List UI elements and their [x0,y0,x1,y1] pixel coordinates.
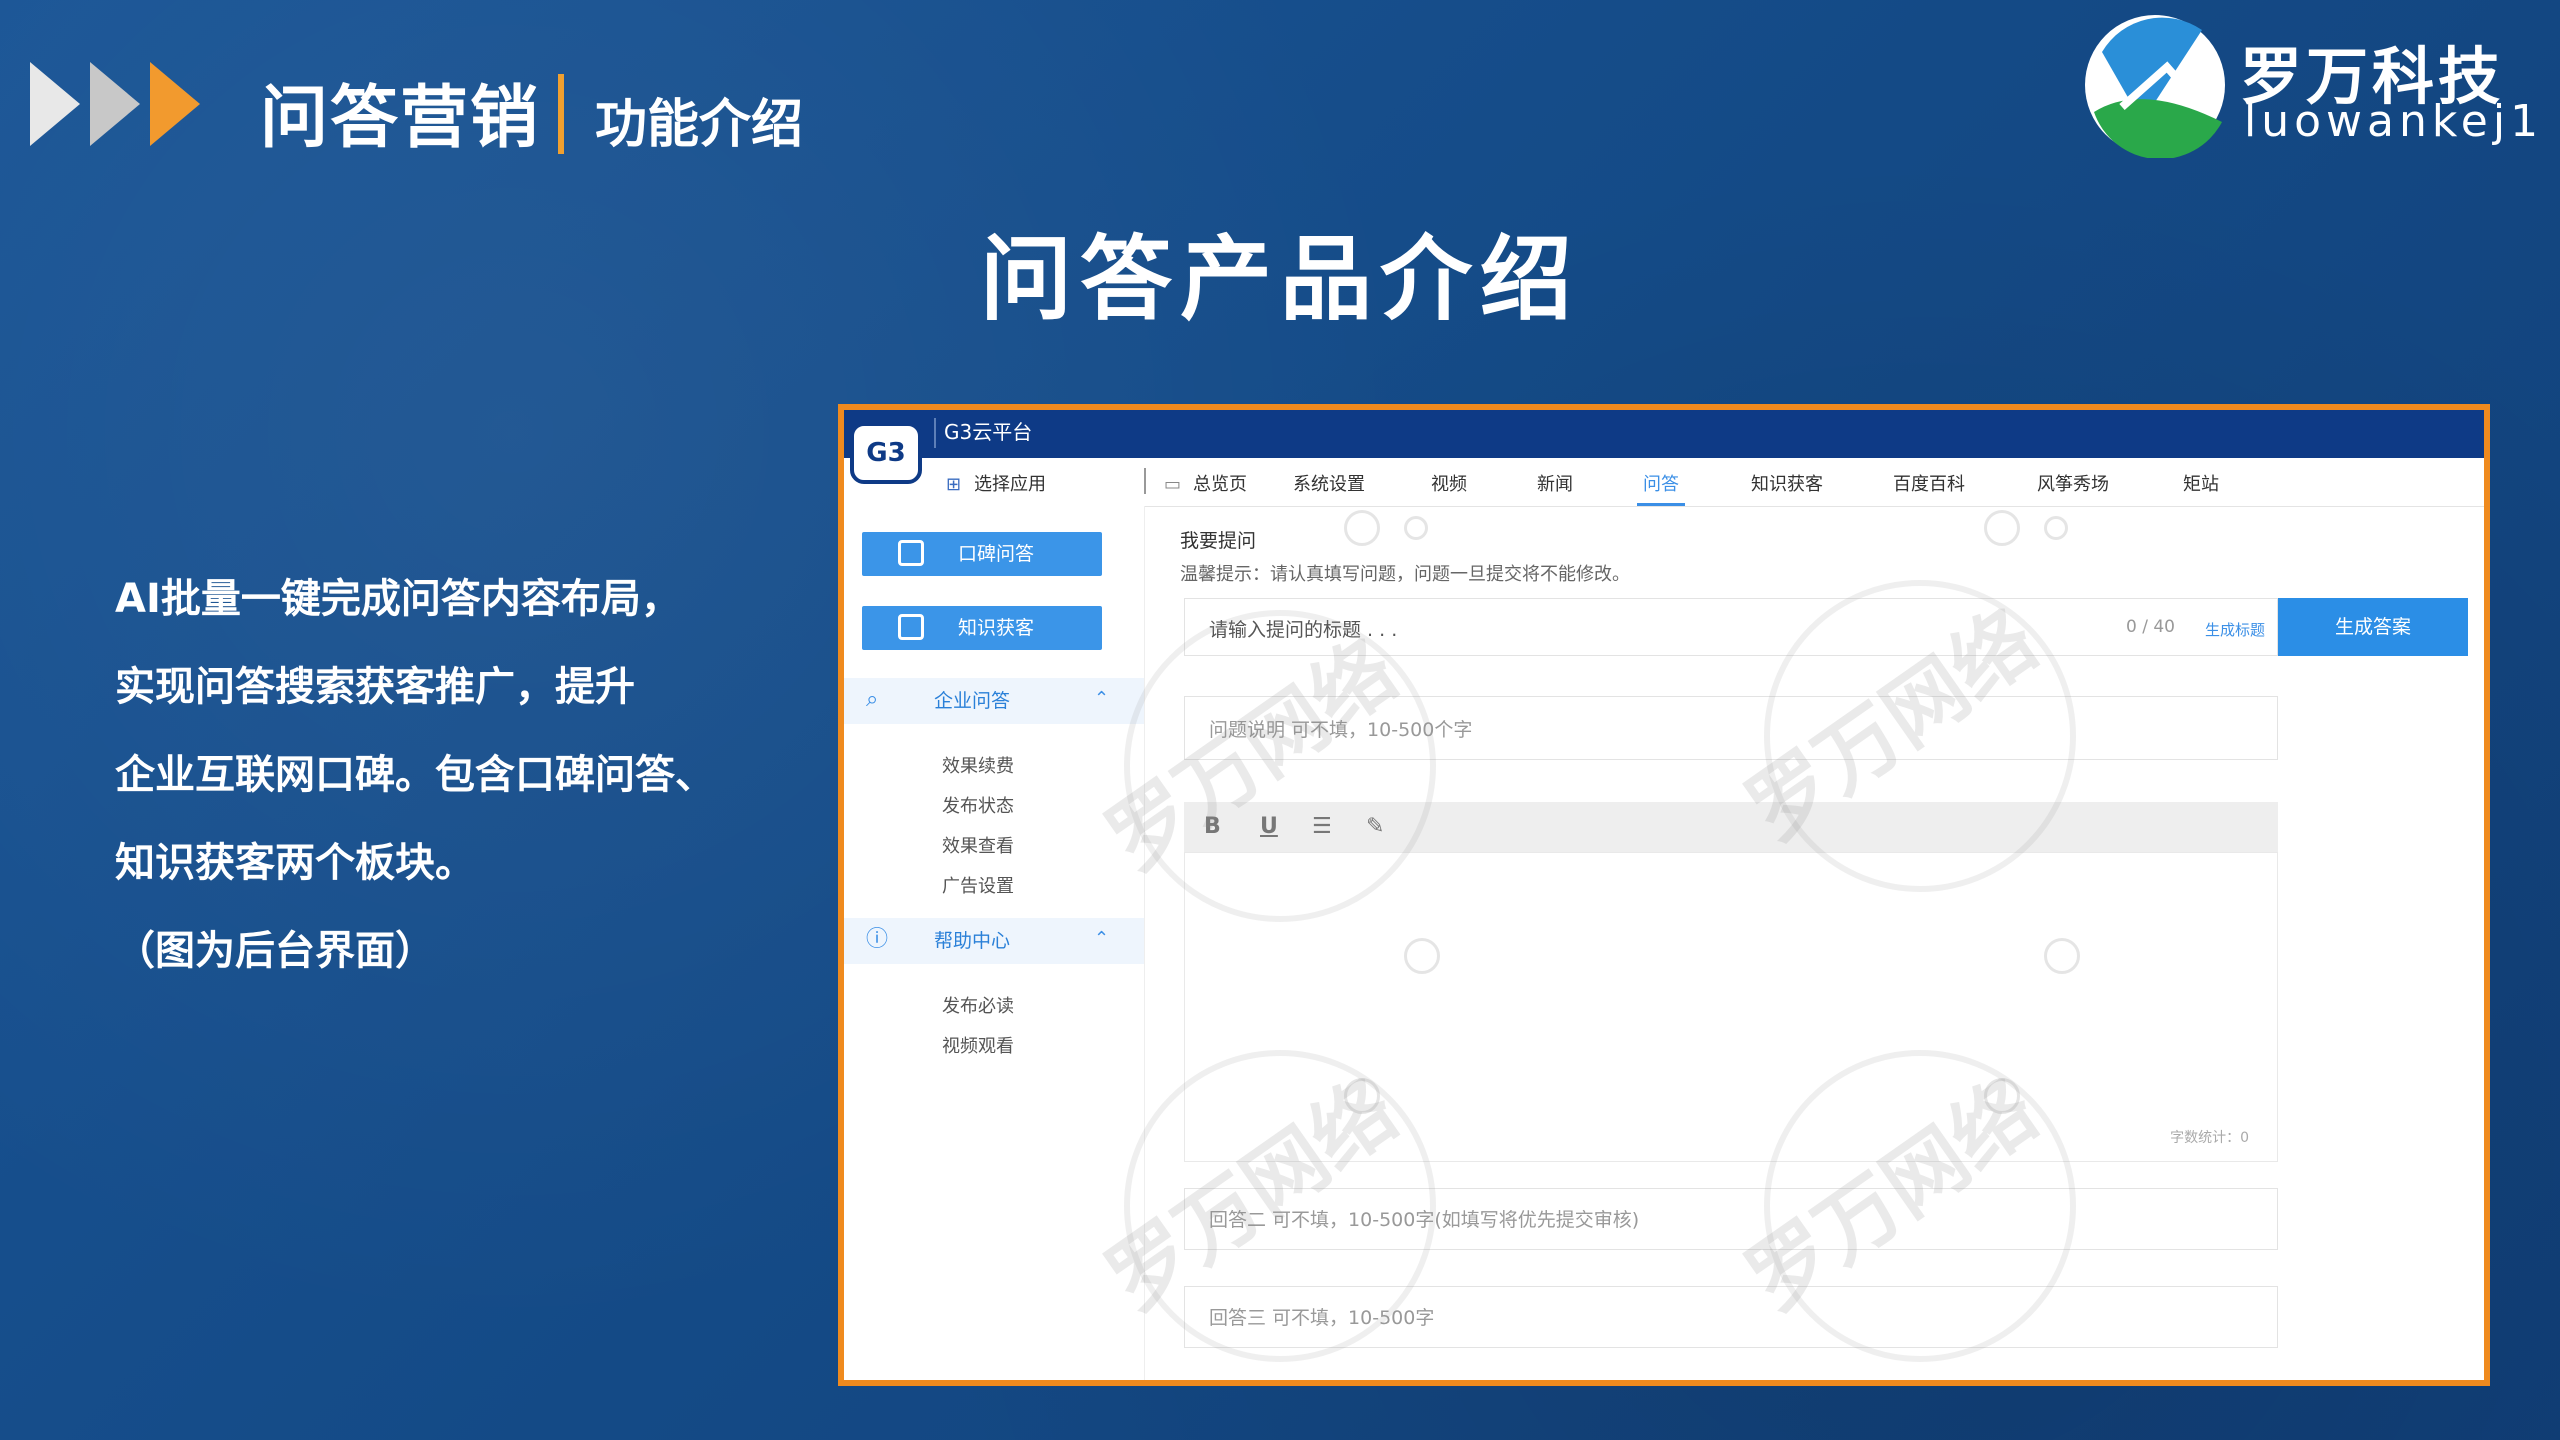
edit-icon [898,614,924,640]
page-title: 问答营销 [260,79,541,158]
generate-answer-button[interactable]: 生成答案 [2278,598,2468,656]
nav-news[interactable]: 新闻 [1537,470,1573,506]
nav-baike[interactable]: 百度百科 [1893,470,1965,506]
main-nav: ▭ 总览页 系统设置 视频 新闻 问答 知识获客 百度百科 风筝秀场 矩站 [1164,470,2219,506]
sidebar-item[interactable]: 广告设置 [942,872,1014,898]
answer-two-input[interactable]: 回答二 可不填，10-500字(如填写将优先提交审核) [1184,1188,2278,1250]
topbar-divider [934,418,936,448]
question-description-input[interactable]: 问题说明 可不填，10-500个字 [1184,696,2278,760]
reputation-qa-button[interactable]: 口碑问答 [862,532,1102,576]
slide-title: 问答产品介绍 [979,226,1580,333]
description-line: 知识获客两个板块。 [115,840,475,886]
chevron-up-icon: ⌃ [1094,688,1110,709]
answer-three-input[interactable]: 回答三 可不填，10-500字 [1184,1286,2278,1348]
brand-logo-icon [2085,15,2225,158]
app-logo[interactable]: G3 [850,422,922,484]
menu-divider [1144,468,1146,494]
description: AI批量一键完成问答内容布局， 实现问答搜索获客推广，提升 企业互联网口碑。包含… [115,555,795,995]
qa-form: 我要提问 温馨提示：请认真填写问题，问题一旦提交将不能修改。 请输入提问的标题 … [1144,506,2484,1380]
nav-matrix-site[interactable]: 矩站 [2183,470,2219,506]
sidebar-item[interactable]: 效果续费 [942,752,1014,778]
nav-settings[interactable]: 系统设置 [1293,470,1365,506]
title-counter: 0 / 40 [2126,617,2175,637]
nav-video[interactable]: 视频 [1431,470,1467,506]
description-line: AI批量一键完成问答内容布局， [115,576,681,622]
nav-knowledge[interactable]: 知识获客 [1751,470,1823,506]
form-label: 我要提问 [1180,530,1257,552]
knowledge-button[interactable]: 知识获客 [862,606,1102,650]
sidebar-section-help[interactable]: ⓘ 帮助中心 ⌃ [844,918,1144,964]
page-subtitle: 功能介绍 [595,95,804,155]
app-screenshot: G3云平台 G3 ⊞ 选择应用 ▭ 总览页 系统设置 视频 新闻 问答 知识获客 百… [838,404,2490,1386]
list-button[interactable]: ☰ [1312,814,1332,839]
chevron-up-icon: ⌃ [1094,928,1110,949]
monitor-icon: ▭ [1164,474,1182,495]
sidebar-item[interactable]: 发布状态 [942,792,1014,818]
sidebar-item[interactable]: 视频观看 [942,1032,1014,1058]
menu-bar: ⊞ 选择应用 ▭ 总览页 系统设置 视频 新闻 问答 知识获客 百度百科 风筝秀场 … [934,458,2484,507]
choose-app-label: 选择应用 [974,474,1046,495]
underline-button[interactable]: U [1260,814,1278,839]
sidebar: 口碑问答 知识获客 ⌕ 企业问答 ⌃ 效果续费 发布状态 效果查看 广告设置 ⓘ… [844,506,1145,1380]
generate-title-link[interactable]: 生成标题 [2205,619,2265,640]
description-line: 企业互联网口碑。包含口碑问答、 [115,752,715,798]
eraser-button[interactable]: ✎ [1366,814,1384,839]
bold-button[interactable]: B [1204,814,1221,839]
edit-icon [898,540,924,566]
nav-kite-show[interactable]: 风筝秀场 [2037,470,2109,506]
form-tip: 温馨提示：请认真填写问题，问题一旦提交将不能修改。 [1180,564,1630,585]
search-list-icon: ⌕ [866,687,879,712]
title-divider [558,74,564,154]
grid-icon: ⊞ [946,474,962,495]
description-line: 实现问答搜索获客推广，提升 [115,664,635,710]
app-title: G3云平台 [944,420,1033,444]
play-arrows-icon [30,62,200,146]
editor-toolbar: B U ☰ ✎ [1184,802,2278,852]
question-title-input[interactable]: 请输入提问的标题 . . . 0 / 40 生成标题 [1184,598,2278,656]
brand-name-en: luowankej1 [2244,96,2544,147]
sidebar-item[interactable]: 发布必读 [942,992,1014,1018]
answer-editor[interactable]: 字数统计：0 [1184,852,2278,1162]
app-topbar: G3云平台 [844,410,2484,458]
description-line: （图为后台界面） [115,928,435,974]
word-count: 字数统计：0 [2170,1130,2249,1146]
choose-app-button[interactable]: ⊞ 选择应用 [946,470,1046,496]
nav-overview[interactable]: ▭ 总览页 [1164,470,1247,506]
sidebar-section-enterprise-qa[interactable]: ⌕ 企业问答 ⌃ [844,678,1144,724]
help-icon: ⓘ [866,927,889,952]
nav-qa[interactable]: 问答 [1637,470,1686,506]
sidebar-item[interactable]: 效果查看 [942,832,1014,858]
